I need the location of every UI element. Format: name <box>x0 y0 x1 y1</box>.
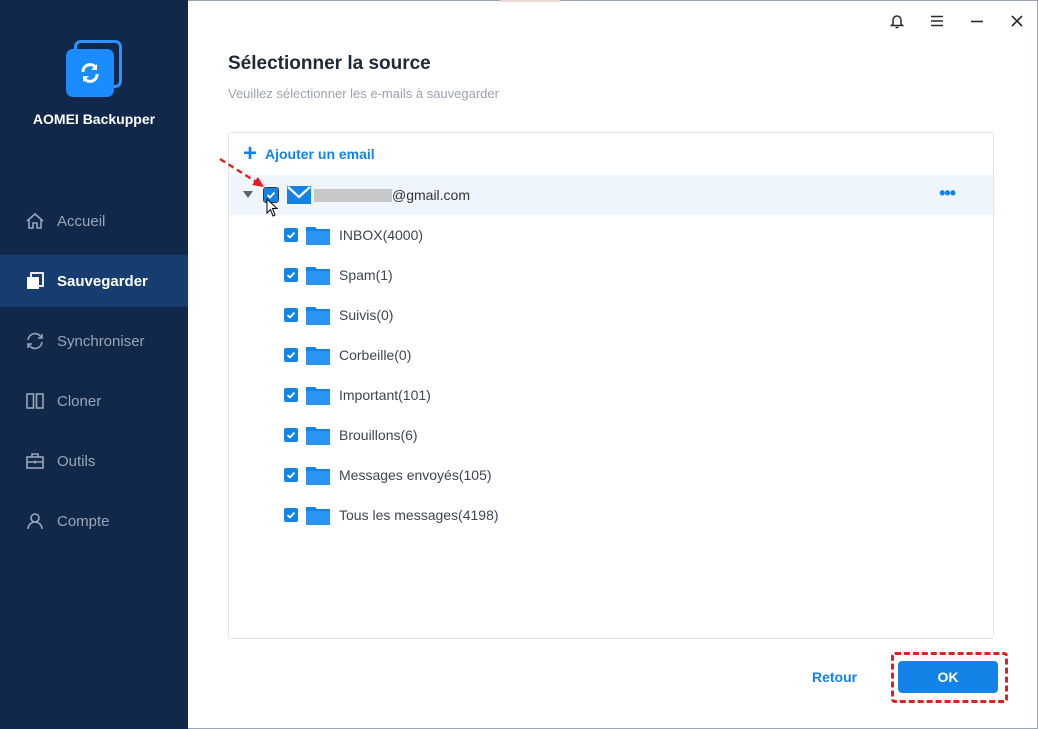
folder-label: Spam(1) <box>339 267 393 283</box>
folder-checkbox[interactable] <box>284 388 298 402</box>
annotation-arrow-icon <box>219 157 264 187</box>
folder-row[interactable]: Spam(1) <box>229 255 989 295</box>
sidebar-item-outils[interactable]: Outils <box>0 435 188 487</box>
ok-button[interactable]: OK <box>898 661 998 693</box>
mouse-cursor-icon <box>266 198 279 217</box>
backup-icon <box>27 272 44 289</box>
folder-label: Corbeille(0) <box>339 347 412 363</box>
folder-checkbox[interactable] <box>284 228 298 242</box>
email-address: @gmail.com <box>392 187 471 203</box>
source-tree-panel: + Ajouter un email @gmail.com ••• INBOX(… <box>228 132 994 639</box>
more-options-button[interactable]: ••• <box>939 184 956 202</box>
sync-icon <box>27 332 43 350</box>
folder-icon <box>306 467 330 485</box>
folder-checkbox[interactable] <box>284 348 298 362</box>
tools-icon <box>26 453 44 469</box>
folder-icon <box>306 267 330 285</box>
sidebar-item-cloner[interactable]: Cloner <box>0 375 188 427</box>
sidebar-item-synchroniser[interactable]: Synchroniser <box>0 315 188 367</box>
folder-row[interactable]: Suivis(0) <box>229 295 989 335</box>
folder-icon <box>306 387 330 405</box>
folder-icon <box>306 427 330 445</box>
minimize-button[interactable] <box>966 10 988 32</box>
bell-icon <box>889 15 905 29</box>
notifications-button[interactable] <box>886 10 908 32</box>
sidebar-item-label: Sauvegarder <box>57 272 148 290</box>
sync-logo-icon <box>81 63 99 83</box>
mail-icon <box>287 186 311 204</box>
sidebar: AOMEI Backupper Accueil Sauvegarder Sync… <box>0 0 188 729</box>
home-icon <box>26 212 44 229</box>
folder-label: Messages envoyés(105) <box>339 467 492 483</box>
account-row[interactable]: @gmail.com ••• <box>230 175 993 215</box>
folder-label: Tous les messages(4198) <box>339 507 499 523</box>
folder-icon <box>306 347 330 365</box>
sidebar-item-label: Cloner <box>57 392 102 410</box>
title-accent <box>500 0 560 2</box>
folder-icon <box>306 507 330 525</box>
folder-row[interactable]: Important(101) <box>229 375 989 415</box>
sidebar-item-label: Outils <box>57 452 96 470</box>
sidebar-item-label: Accueil <box>57 212 106 230</box>
folder-label: Brouillons(6) <box>339 427 418 443</box>
folder-label: Suivis(0) <box>339 307 394 323</box>
folder-row[interactable]: Messages envoyés(105) <box>229 455 989 495</box>
folder-label: INBOX(4000) <box>339 227 424 243</box>
folder-checkbox[interactable] <box>284 508 298 522</box>
folder-icon <box>306 227 330 245</box>
folder-row[interactable]: Corbeille(0) <box>229 335 989 375</box>
close-icon <box>1011 15 1023 27</box>
folder-label: Important(101) <box>339 387 431 403</box>
add-email-label: Ajouter un email <box>265 146 375 162</box>
menu-icon <box>931 15 943 27</box>
clone-icon <box>26 393 44 409</box>
app-name: AOMEI Backupper <box>32 111 156 127</box>
page-subtitle: Veuillez sélectionner les e-mails à sauv… <box>228 86 499 101</box>
sidebar-item-compte[interactable]: Compte <box>0 495 188 547</box>
page-title: Sélectionner la source <box>228 53 431 74</box>
sidebar-item-label: Synchroniser <box>57 332 145 350</box>
close-button[interactable] <box>1006 10 1028 32</box>
sidebar-item-accueil[interactable]: Accueil <box>0 195 188 247</box>
folder-checkbox[interactable] <box>284 468 298 482</box>
folder-checkbox[interactable] <box>284 308 298 322</box>
app-logo <box>64 40 124 98</box>
folder-row[interactable]: INBOX(4000) <box>229 215 989 255</box>
folder-icon <box>306 307 330 325</box>
back-button[interactable]: Retour <box>812 669 857 685</box>
menu-button[interactable] <box>926 10 948 32</box>
sidebar-item-label: Compte <box>57 512 110 530</box>
minimize-icon <box>971 20 983 23</box>
folder-checkbox[interactable] <box>284 428 298 442</box>
sidebar-item-sauvegarder[interactable]: Sauvegarder <box>0 255 188 307</box>
folder-row[interactable]: Tous les messages(4198) <box>229 495 989 535</box>
folder-checkbox[interactable] <box>284 268 298 282</box>
folder-row[interactable]: Brouillons(6) <box>229 415 989 455</box>
account-icon <box>27 513 43 530</box>
redacted-email-user <box>314 189 392 202</box>
